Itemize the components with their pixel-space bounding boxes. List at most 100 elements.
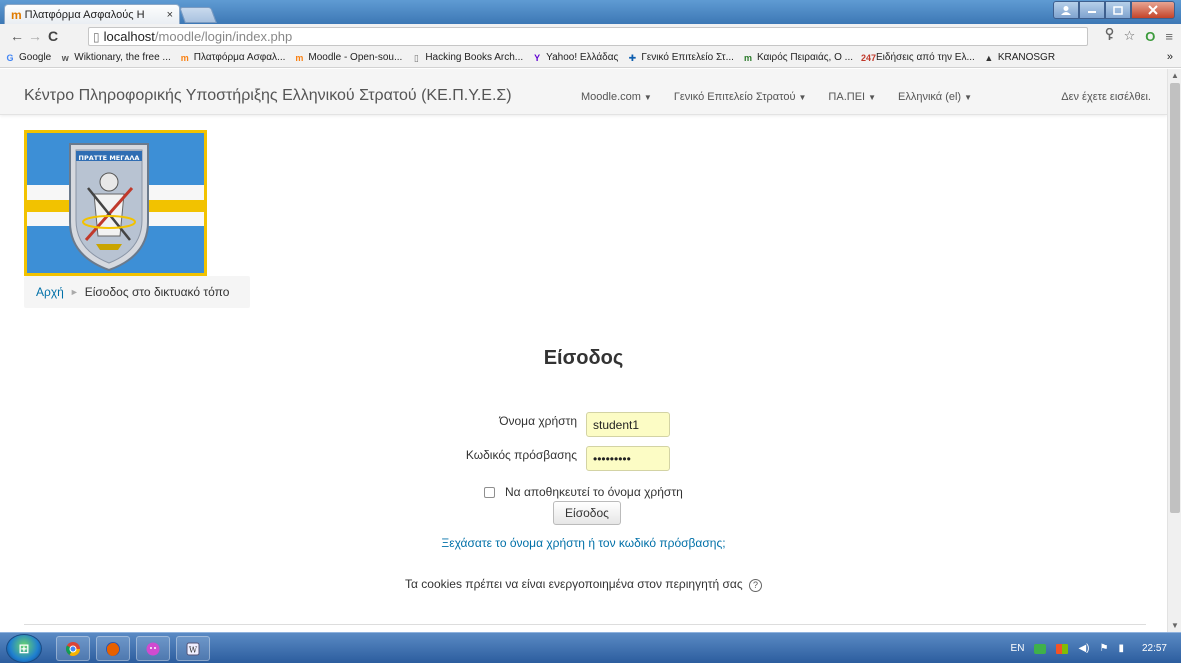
- bookmark-label: Yahoo! Ελλάδας: [546, 52, 619, 63]
- scroll-up-icon[interactable]: ▲: [1171, 71, 1179, 80]
- forward-arrow-icon[interactable]: →: [26, 28, 44, 44]
- new-tab-button[interactable]: [179, 7, 217, 23]
- tab-close-icon[interactable]: ×: [167, 9, 173, 21]
- menu-icon[interactable]: ≡: [1165, 29, 1173, 44]
- logo-motto: ΠΡΑΤΤΕ ΜΕΓΑΛΑ: [79, 154, 140, 162]
- cookies-notice: Τα cookies πρέπει να είναι ενεργοποιημέν…: [0, 577, 1167, 592]
- window-controls: [1053, 1, 1175, 19]
- extension-icon[interactable]: O: [1145, 29, 1155, 44]
- language-indicator[interactable]: EN: [1011, 643, 1025, 654]
- helmet-icon: ▲: [984, 52, 994, 63]
- site-logo[interactable]: ΠΡΑΤΤΕ ΜΕΓΑΛΑ: [24, 130, 207, 276]
- menu-general-staff[interactable]: Γενικό Επιτελείο Στρατού ▼: [674, 91, 807, 103]
- page-scrollbar[interactable]: ▲ ▼: [1167, 69, 1181, 632]
- system-tray: EN ◀) ⚑ ▮ 22:57: [997, 633, 1181, 664]
- username-input[interactable]: [586, 412, 670, 437]
- password-input[interactable]: [586, 446, 670, 471]
- tray-app-icon[interactable]: [1056, 643, 1069, 654]
- close-window-button[interactable]: [1131, 1, 1175, 19]
- url-host: localhost: [103, 29, 155, 44]
- menu-label: Moodle.com: [581, 91, 641, 103]
- password-label: Κωδικός πρόσβασης: [465, 448, 577, 462]
- action-center-icon[interactable]: ⚑: [1099, 643, 1108, 654]
- menu-label: Ελληνικά (el): [898, 91, 962, 103]
- moodle-icon: m: [11, 7, 22, 22]
- scroll-down-icon[interactable]: ▼: [1171, 621, 1179, 630]
- address-bar[interactable]: ▯ localhost/moodle/login/index.php: [88, 27, 1088, 46]
- breadcrumb: Αρχή ► Είσοδος στο δικτυακό τόπο: [24, 276, 250, 308]
- menu-language[interactable]: Ελληνικά (el) ▼: [898, 91, 972, 103]
- remember-username-checkbox[interactable]: [484, 486, 495, 498]
- page-icon: ▯: [413, 52, 419, 63]
- caret-down-icon: ▼: [798, 93, 807, 102]
- moodle-icon: m: [295, 52, 304, 63]
- browser-tab[interactable]: m Πλατφόρμα Ασφαλούς Η ×: [4, 4, 180, 24]
- windows-start-button[interactable]: ⊞: [6, 634, 42, 663]
- back-arrow-icon[interactable]: ←: [8, 28, 26, 44]
- bookmark-item[interactable]: ✚ Γενικό Επιτελείο Στ...: [626, 52, 734, 64]
- remember-username-label: Να αποθηκευτεί το όνομα χρήστη: [505, 485, 683, 499]
- breadcrumb-home-link[interactable]: Αρχή: [36, 285, 64, 299]
- user-profile-icon[interactable]: [1053, 1, 1079, 19]
- moodle-navbar: Κέντρο Πληροφορικής Υποστήριξης Ελληνικο…: [0, 69, 1167, 115]
- caret-down-icon: ▼: [868, 93, 877, 102]
- toolbar-actions: ☆ O ≡: [1105, 27, 1173, 44]
- reload-icon[interactable]: C: [44, 28, 62, 44]
- browser-titlebar: m Πλατφόρμα Ασφαλούς Η ×: [0, 0, 1181, 24]
- cookies-notice-text: Τα cookies πρέπει να είναι ενεργοποιημέν…: [405, 577, 743, 591]
- maximize-button[interactable]: [1105, 1, 1131, 19]
- breadcrumb-current: Είσοδος στο δικτυακό τόπο: [84, 285, 230, 299]
- caret-down-icon: ▼: [964, 93, 973, 102]
- volume-icon[interactable]: ◀): [1078, 643, 1089, 654]
- svg-text:W: W: [189, 645, 198, 654]
- bookmark-star-icon[interactable]: ☆: [1124, 28, 1136, 44]
- messenger-icon[interactable]: [136, 636, 170, 661]
- bookmarks-bar: G Google w Wiktionary, the free ... m Πλατφόρ…: [0, 48, 1181, 68]
- site-brand[interactable]: Κέντρο Πληροφορικής Υποστήριξης Ελληνικο…: [24, 87, 512, 105]
- bookmark-item[interactable]: 247 Ειδήσεις από την Ελ...: [861, 52, 975, 64]
- bookmark-item[interactable]: m Καιρός Πειραιάς, Ο ...: [742, 52, 853, 64]
- browser-toolbar: ← → C ▯ localhost/moodle/login/index.php…: [0, 24, 1181, 48]
- navbar-menu: Moodle.com ▼ Γενικό Επιτελείο Στρατού ▼ ΠΑ…: [581, 91, 994, 103]
- menu-papei[interactable]: ΠΑ.ΠΕΙ ▼: [828, 91, 876, 103]
- bookmark-item[interactable]: ▯ Hacking Books Arch...: [410, 52, 523, 64]
- forgot-password-link[interactable]: Ξεχάσατε το όνομα χρήστη ή τον κωδικό πρ…: [0, 536, 1167, 550]
- key-icon[interactable]: [1105, 27, 1114, 44]
- bookmark-item[interactable]: G Google: [4, 52, 51, 64]
- bookmark-item[interactable]: Y Yahoo! Ελλάδας: [531, 52, 618, 64]
- bookmark-item[interactable]: m Πλατφόρμα Ασφαλ...: [179, 52, 286, 64]
- bookmarks-more-icon[interactable]: »: [1167, 51, 1173, 63]
- windows-taskbar: ⊞ W EN ◀) ⚑ ▮ 22:57: [0, 632, 1181, 663]
- login-title: Είσοδος: [543, 347, 624, 369]
- bookmark-item[interactable]: ▲ KRANOSGR: [983, 52, 1055, 64]
- breadcrumb-separator-icon: ►: [69, 287, 79, 297]
- power-icon[interactable]: ▮: [1118, 643, 1124, 654]
- help-icon[interactable]: ?: [748, 579, 762, 592]
- bookmark-label: Γενικό Επιτελείο Στ...: [641, 52, 734, 63]
- bookmark-label: Καιρός Πειραιάς, Ο ...: [756, 52, 854, 63]
- remember-username: Να αποθηκευτεί το όνομα χρήστη: [484, 485, 683, 499]
- chrome-icon[interactable]: [56, 636, 90, 661]
- scrollbar-thumb[interactable]: [1170, 83, 1180, 513]
- weather-icon: m: [743, 52, 752, 63]
- bookmark-item[interactable]: m Moodle - Open-sou...: [293, 52, 402, 64]
- moodle-icon: m: [180, 52, 189, 63]
- caret-down-icon: ▼: [643, 93, 652, 102]
- firefox-icon[interactable]: [96, 636, 130, 661]
- minimize-button[interactable]: [1079, 1, 1105, 19]
- network-icon[interactable]: [1034, 643, 1047, 654]
- clock[interactable]: 22:57: [1142, 643, 1167, 654]
- login-info: Δεν έχετε εισέλθει.: [1061, 91, 1151, 103]
- tab-title: Πλατφόρμα Ασφαλούς Η: [24, 8, 145, 21]
- page-content: Κέντρο Πληροφορικής Υποστήριξης Ελληνικο…: [0, 69, 1167, 632]
- menu-moodle-com[interactable]: Moodle.com ▼: [581, 91, 652, 103]
- login-button[interactable]: Είσοδος: [553, 501, 621, 525]
- divider: [24, 624, 1146, 625]
- news-icon: 247: [861, 52, 877, 63]
- wikipedia-app-icon[interactable]: W: [176, 636, 210, 661]
- bookmark-item[interactable]: w Wiktionary, the free ...: [59, 52, 171, 64]
- bookmark-label: Hacking Books Arch...: [425, 52, 524, 63]
- bookmark-label: Google: [19, 52, 52, 63]
- username-label: Όνομα χρήστη: [499, 414, 577, 428]
- flag-icon: ✚: [628, 52, 637, 63]
